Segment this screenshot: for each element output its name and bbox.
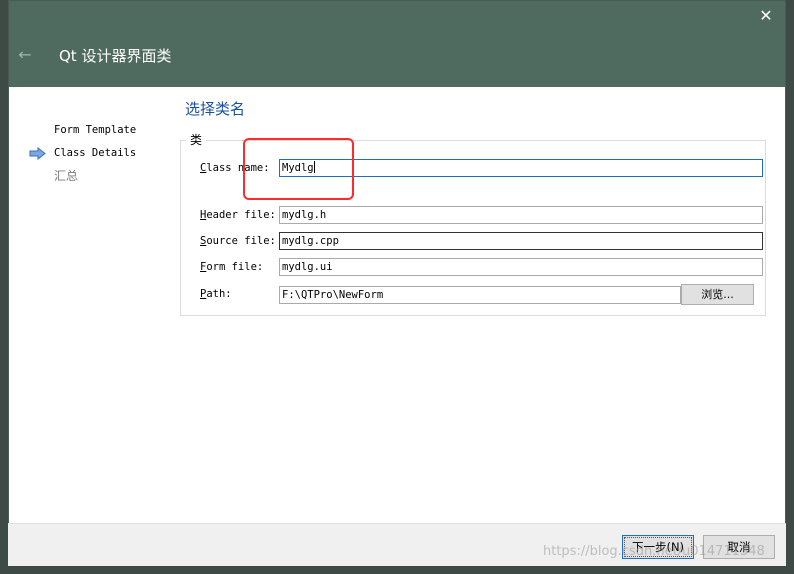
title-bar: ← Qt 设计器界面类 ✕ — [9, 1, 785, 87]
form-file-label: Form file: — [200, 261, 264, 273]
source-file-label: Source file: — [200, 235, 276, 247]
form-file-input[interactable]: mydlg.ui — [279, 258, 763, 276]
header-file-input[interactable]: mydlg.h — [279, 206, 763, 224]
red-highlight-annotation — [243, 138, 354, 200]
current-step-arrow-icon — [29, 147, 46, 160]
back-arrow-icon[interactable]: ← — [15, 45, 35, 65]
group-title: 类 — [186, 131, 207, 148]
dialog-title: Qt 设计器界面类 — [59, 47, 172, 65]
browse-button[interactable]: 浏览... — [681, 284, 754, 305]
path-input[interactable]: F:\QTPro\NewForm — [279, 286, 681, 304]
close-icon[interactable]: ✕ — [755, 5, 777, 27]
page-title: 选择类名 — [185, 100, 246, 118]
header-file-label: Header file: — [200, 209, 276, 221]
path-label: Path: — [200, 288, 232, 300]
step-label: Class Details — [54, 147, 137, 159]
source-file-input[interactable]: mydlg.cpp — [279, 232, 763, 250]
step-label: Form Template — [54, 124, 137, 136]
wizard-steps: Form Template Class Details 汇总 — [27, 119, 167, 188]
step-label: 汇总 — [54, 169, 79, 183]
watermark-text: https://blog.csdn.net/u014711348 — [543, 544, 765, 559]
step-summary: 汇总 — [27, 165, 167, 188]
step-form-template: Form Template — [27, 119, 167, 142]
step-class-details: Class Details — [27, 142, 167, 165]
